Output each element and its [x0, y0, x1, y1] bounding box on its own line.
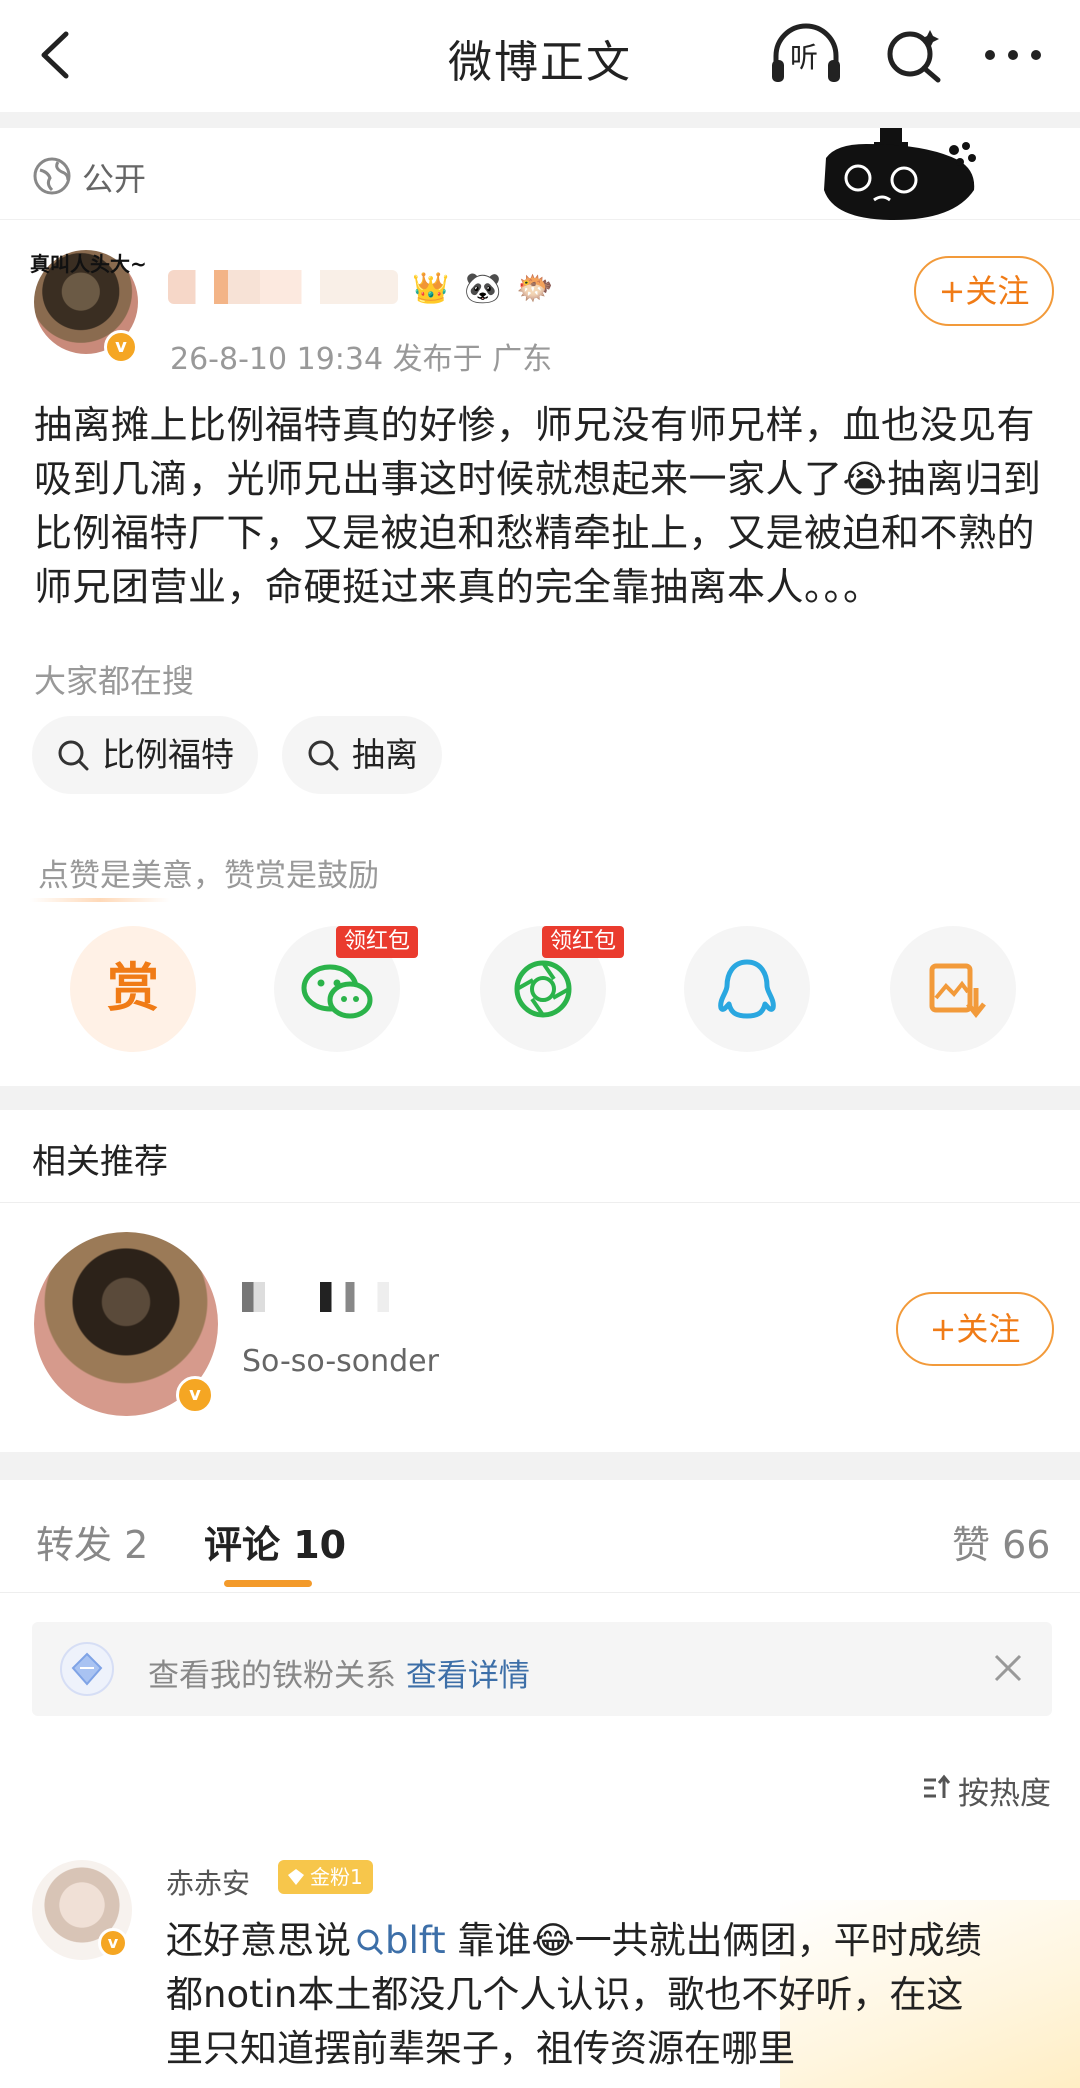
search-chip-label: 抽离 [352, 735, 418, 774]
close-icon[interactable] [988, 1648, 1028, 1688]
share-qq-button[interactable] [684, 926, 810, 1052]
search-icon [58, 740, 89, 771]
avatar-caption: 真叫人头大~ [30, 252, 147, 276]
qq-penguin-icon [718, 959, 776, 1019]
sort-by-hot-button[interactable]: 按热度 [958, 1768, 1051, 1813]
section-gap [0, 112, 1080, 128]
verified-badge-icon: v [98, 1928, 128, 1958]
search-icon[interactable] [878, 22, 948, 88]
cat-sticker-icon [824, 128, 976, 220]
reward-tip: 点赞是美意，赞赏是鼓励 [38, 858, 379, 894]
globe-icon [33, 157, 71, 195]
section-gap [0, 1086, 1080, 1110]
pufferfish-badge-icon: 🐡 [516, 271, 554, 306]
related-section-title: 相关推荐 [32, 1142, 168, 1182]
comment-text: 还好意思说 blft 靠谁😂一共就出俩团，平时成绩 都notin本土都没几个人认识… [166, 1914, 1046, 2076]
tip-pointer [30, 898, 170, 902]
diamond-badge-icon [60, 1642, 114, 1696]
search-chip-label: 比例福特 [102, 735, 234, 774]
section-gap [0, 1452, 1080, 1480]
visibility-label: 公开 [82, 160, 147, 198]
post-line: 抽离摊上比例福特真的好惨，师兄没有师兄样，血也没见有 [34, 403, 1036, 447]
verified-badge-icon: v [104, 330, 138, 364]
redpack-tag: 领红包 [336, 926, 419, 958]
comment-line-text: 靠谁😂一共就出俩团，平时成绩 [445, 1919, 982, 1962]
gold-fan-badge: 金粉1 [278, 1860, 373, 1894]
reward-button[interactable]: 赏 [70, 926, 196, 1052]
search-chip[interactable]: 抽离 [282, 716, 442, 794]
comment-line: 都notin本土都没几个人认识，歌也不好听，在这 [166, 1973, 964, 2016]
visibility-row: 公开 [0, 128, 1080, 220]
related-follow-button[interactable]: +关注 [896, 1292, 1054, 1366]
post-line: 比例福特厂下，又是被迫和愁精牵扯上，又是被迫和不熟的 [34, 511, 1036, 555]
listen-button[interactable]: 听 [766, 22, 846, 88]
mention-link[interactable]: blft [385, 1919, 446, 1962]
gem-icon [288, 1869, 304, 1885]
tab-comment[interactable]: 评论 10 [204, 1514, 346, 1569]
divider [0, 1202, 1080, 1203]
sort-icon [924, 1774, 951, 1798]
more-options-icon[interactable] [978, 22, 1048, 88]
listen-label: 听 [790, 41, 819, 74]
comment-line: 还好意思说 blft 靠谁😂一共就出俩团，平时成绩 [166, 1914, 1046, 1968]
save-image-button[interactable] [890, 926, 1016, 1052]
comment-line-text: 还好意思说 [166, 1919, 351, 1962]
post-line: 吸到几滴，光师兄出事这时候就想起来一家人了😭抽离归到 [34, 457, 1042, 501]
follow-button[interactable]: +关注 [914, 256, 1054, 326]
commenter-name[interactable]: 赤赤安 [166, 1862, 250, 1902]
related-user-subtitle: So-so-sonder [242, 1344, 439, 1379]
related-user-name-redacted[interactable] [242, 1282, 472, 1312]
divider [0, 1592, 1080, 1593]
fans-banner-label: 查看我的铁粉关系 [148, 1658, 406, 1694]
save-image-icon [929, 963, 986, 1019]
verified-badge-icon: v [176, 1376, 214, 1414]
post-line: 师兄团营业，命硬挺过来真的完全靠抽离本人。。。 [34, 565, 882, 609]
fans-banner-text: 查看我的铁粉关系 查看详情 [148, 1650, 530, 1695]
tab-repost[interactable]: 转发 2 [36, 1514, 148, 1569]
post-text: 抽离摊上比例福特真的好惨，师兄没有师兄样，血也没见有 吸到几滴，光师兄出事这时候… [34, 398, 1054, 614]
post-meta: 26-8-10 19:34 发布于 广东 [170, 342, 553, 377]
comment-line: 里只知道摆前辈架子，祖传资源在哪里 [166, 2027, 795, 2070]
top-bar: 微博正文 听 [0, 0, 1080, 112]
active-tab-indicator [224, 1580, 312, 1587]
tab-like[interactable]: 赞 66 [952, 1514, 1050, 1569]
fans-detail-link[interactable]: 查看详情 [406, 1658, 530, 1694]
search-icon [308, 740, 339, 771]
gold-fan-badge-label: 金粉1 [310, 1865, 363, 1889]
panda-badge-icon: 🐼 [464, 271, 502, 306]
redpack-tag: 领红包 [542, 926, 625, 958]
search-chip[interactable]: 比例福特 [32, 716, 258, 794]
trending-search-label: 大家都在搜 [34, 662, 195, 700]
crown-badge-icon: 👑 [412, 271, 450, 306]
author-name-redacted[interactable] [168, 270, 398, 304]
search-icon [357, 1929, 384, 1956]
